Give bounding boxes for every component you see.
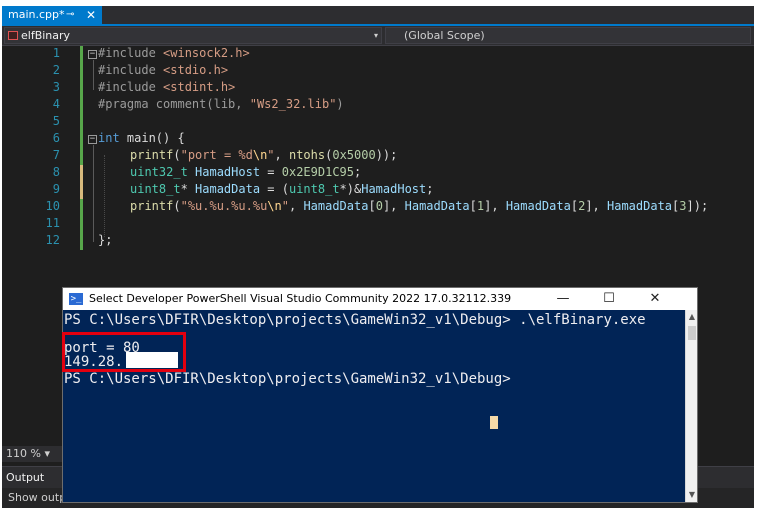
line-number: 4 [52, 97, 60, 111]
code-line-12[interactable]: }; [98, 233, 112, 247]
powershell-icon: >_ [69, 293, 83, 305]
pin-icon[interactable]: ⊸ [66, 6, 74, 24]
code-line-10[interactable]: printf("%u.%u.%u.%u\n", HamadData[0], Ha… [130, 199, 708, 213]
change-marker [80, 46, 83, 63]
change-marker [80, 199, 83, 216]
line-number: 10 [45, 199, 60, 213]
line-number: 8 [52, 165, 60, 179]
change-marker [80, 80, 83, 97]
text-cursor [490, 416, 498, 429]
line-number: 5 [52, 114, 60, 128]
change-marker [80, 97, 83, 114]
tab-title: main.cpp* [8, 8, 65, 21]
line-number: 9 [52, 182, 60, 196]
close-tab-icon[interactable]: ✕ [86, 6, 96, 24]
code-line-3[interactable]: #include <stdint.h> [98, 80, 235, 94]
line-number: 6 [52, 131, 60, 145]
terminal-line: PS C:\Users\DFIR\Desktop\projects\GameWi… [64, 371, 511, 387]
minimize-button[interactable]: — [541, 288, 585, 310]
line-number: 7 [52, 148, 60, 162]
scroll-thumb[interactable] [688, 326, 696, 340]
project-icon [8, 31, 18, 40]
vertical-scrollbar[interactable]: ▲ ▼ [685, 310, 697, 502]
code-line-6[interactable]: int main() { [98, 131, 185, 145]
change-marker [80, 165, 83, 182]
fold-guide [93, 60, 94, 90]
code-line-8[interactable]: uint32_t HamadHost = 0x2E9D1C95; [130, 165, 361, 179]
project-dropdown[interactable]: elfBinary ▾ [4, 27, 382, 44]
code-line-4[interactable]: #pragma comment(lib, "Ws2_32.lib") [98, 97, 344, 111]
scope-dropdown[interactable]: (Global Scope) [385, 27, 751, 44]
indent-guide [104, 155, 105, 237]
scroll-down-icon[interactable]: ▼ [686, 488, 697, 502]
zoom-dropdown[interactable]: 110 % ▾ [2, 446, 62, 462]
tab-main-cpp[interactable]: main.cpp* ⊸ ✕ [2, 6, 102, 24]
code-line-7[interactable]: printf("port = %d\n", ntohs(0x5000)); [130, 148, 397, 162]
powershell-window: >_ Select Developer PowerShell Visual St… [62, 287, 698, 503]
terminal-line: PS C:\Users\DFIR\Desktop\projects\GameWi… [64, 312, 646, 328]
close-button[interactable]: ✕ [633, 288, 677, 310]
scope-label: (Global Scope) [404, 29, 485, 42]
change-marker [80, 233, 83, 250]
line-number: 12 [45, 233, 60, 247]
change-marker [80, 216, 83, 233]
change-marker [80, 182, 83, 199]
chevron-down-icon: ▾ [373, 31, 378, 40]
change-marker [80, 63, 83, 80]
navigation-bar: elfBinary ▾ (Global Scope) [2, 26, 754, 46]
chevron-down-icon: ▾ [44, 447, 50, 460]
code-line-9[interactable]: uint8_t* HamadData = (uint8_t*)&HamadHos… [130, 182, 434, 196]
line-number: 11 [45, 216, 60, 230]
powershell-title-bar[interactable]: >_ Select Developer PowerShell Visual St… [63, 288, 697, 310]
code-line-2[interactable]: #include <stdio.h> [98, 63, 228, 77]
collapse-icon[interactable]: − [88, 50, 97, 59]
line-number: 2 [52, 63, 60, 77]
document-tab-bar: main.cpp* ⊸ ✕ [2, 6, 754, 26]
annotation-highlight-box [62, 332, 186, 372]
maximize-button[interactable]: ☐ [587, 288, 631, 310]
line-number: 1 [52, 46, 60, 60]
line-number: 3 [52, 80, 60, 94]
change-marker [80, 131, 83, 148]
window-title: Select Developer PowerShell Visual Studi… [89, 292, 512, 305]
change-marker [80, 114, 83, 131]
collapse-icon[interactable]: − [88, 135, 97, 144]
change-marker [80, 148, 83, 165]
fold-guide [93, 145, 94, 242]
scroll-up-icon[interactable]: ▲ [686, 310, 697, 324]
code-line-1[interactable]: #include <winsock2.h> [98, 46, 250, 60]
project-name: elfBinary [21, 29, 71, 42]
